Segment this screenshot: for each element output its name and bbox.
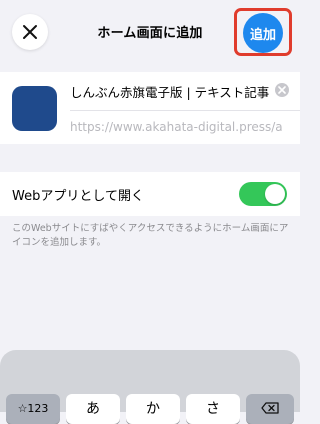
app-icon bbox=[12, 86, 57, 131]
clear-icon bbox=[278, 86, 286, 94]
backspace-icon bbox=[261, 402, 279, 414]
divider bbox=[70, 110, 300, 111]
app-name-field[interactable]: しんぶん赤旗電子版 | テキスト記事 bbox=[70, 82, 270, 101]
webapp-row: Webアプリとして開く bbox=[0, 172, 300, 216]
webapp-toggle[interactable] bbox=[239, 182, 287, 206]
webapp-label: Webアプリとして開く bbox=[12, 189, 144, 204]
sheet-header: ホーム画面に追加 追加 bbox=[0, 0, 300, 64]
webapp-description: このWebサイトにすばやくアクセスできるようにホーム画面にアイコンを追加します。 bbox=[12, 223, 289, 248]
key-number-mode[interactable]: ☆123 bbox=[6, 394, 60, 424]
close-button[interactable] bbox=[12, 14, 48, 50]
page-title: ホーム画面に追加 bbox=[97, 26, 203, 41]
key-a[interactable]: あ bbox=[66, 394, 120, 424]
backspace-key[interactable] bbox=[246, 394, 294, 424]
keyboard: ☆123 あ か さ bbox=[0, 350, 300, 424]
close-icon bbox=[23, 25, 37, 39]
key-sa[interactable]: さ bbox=[186, 394, 240, 424]
app-url: https://www.akahata-digital.press/a bbox=[70, 120, 283, 134]
app-info-card: しんぶん赤旗電子版 | テキスト記事 https://www.akahata-d… bbox=[0, 72, 300, 144]
toggle-knob bbox=[265, 184, 285, 204]
add-button[interactable]: 追加 bbox=[243, 13, 283, 53]
key-ka[interactable]: か bbox=[126, 394, 180, 424]
clear-text-button[interactable] bbox=[275, 83, 289, 97]
